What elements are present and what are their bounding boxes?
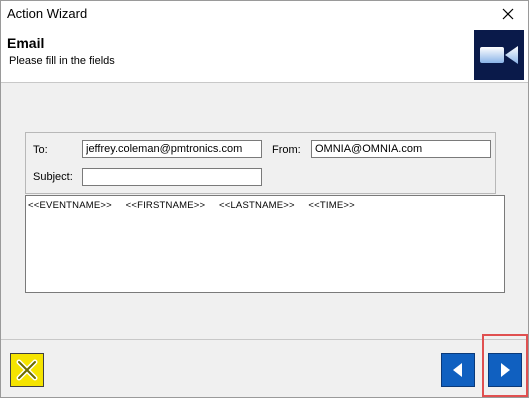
video-camera-icon <box>474 30 524 80</box>
email-fields-group: To: From: Subject: <box>25 132 496 194</box>
arrow-right-icon <box>501 363 510 377</box>
to-field[interactable] <box>82 140 262 158</box>
title-bar: Action Wizard <box>1 1 528 27</box>
email-body-textarea[interactable]: <<EVENTNAME>> <<FIRSTNAME>> <<LASTNAME>>… <box>25 195 505 293</box>
from-label: From: <box>272 144 301 156</box>
page-subtitle: Please fill in the fields <box>9 55 115 67</box>
back-button[interactable] <box>441 353 475 387</box>
from-field[interactable] <box>311 140 491 158</box>
action-wizard-window: Action Wizard Email Please fill in the f… <box>0 0 529 398</box>
next-button[interactable] <box>488 353 522 387</box>
subject-label: Subject: <box>33 171 73 183</box>
cancel-x-icon <box>16 359 38 381</box>
arrow-left-icon <box>453 363 462 377</box>
window-title: Action Wizard <box>7 6 88 21</box>
subject-field[interactable] <box>82 168 262 186</box>
to-label: To: <box>33 144 48 156</box>
page-title: Email <box>7 35 45 51</box>
cancel-button[interactable] <box>10 353 44 387</box>
close-button[interactable] <box>488 1 528 27</box>
close-icon <box>502 8 514 20</box>
wizard-header: Email Please fill in the fields <box>1 27 528 83</box>
footer-divider <box>1 339 528 340</box>
